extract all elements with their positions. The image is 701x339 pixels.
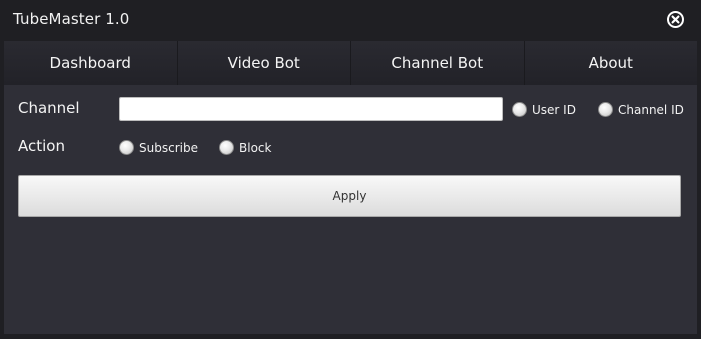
radio-user-id[interactable]: User ID bbox=[512, 102, 576, 117]
radio-block[interactable]: Block bbox=[219, 140, 271, 155]
channel-input[interactable] bbox=[119, 97, 503, 121]
tab-dashboard[interactable]: Dashboard bbox=[4, 41, 178, 85]
radio-subscribe-label: Subscribe bbox=[139, 140, 198, 155]
title-bar: TubeMaster 1.0 bbox=[0, 0, 701, 40]
tab-channel-bot[interactable]: Channel Bot bbox=[351, 41, 525, 85]
tab-video-bot[interactable]: Video Bot bbox=[177, 41, 351, 85]
app-window: TubeMaster 1.0 Dashboard Video Bot Chann… bbox=[0, 0, 701, 339]
channel-label: Channel bbox=[18, 99, 80, 117]
apply-button[interactable]: Apply bbox=[18, 175, 681, 217]
radio-subscribe[interactable]: Subscribe bbox=[119, 140, 198, 155]
window-title: TubeMaster 1.0 bbox=[13, 10, 130, 28]
tab-bar: Dashboard Video Bot Channel Bot About bbox=[4, 41, 697, 85]
radio-unchecked-icon bbox=[512, 102, 527, 117]
radio-channel-id[interactable]: Channel ID bbox=[598, 102, 684, 117]
radio-channel-id-label: Channel ID bbox=[618, 102, 684, 117]
close-circle-icon bbox=[667, 11, 684, 28]
radio-block-label: Block bbox=[239, 140, 272, 155]
channel-bot-panel: Channel User ID Channel ID Action Subscr… bbox=[4, 85, 697, 334]
radio-unchecked-icon bbox=[119, 140, 134, 155]
action-label: Action bbox=[18, 137, 65, 155]
radio-unchecked-icon bbox=[219, 140, 234, 155]
radio-user-id-label: User ID bbox=[532, 102, 576, 117]
close-button[interactable] bbox=[666, 10, 685, 29]
tab-about[interactable]: About bbox=[524, 41, 697, 85]
radio-unchecked-icon bbox=[598, 102, 613, 117]
